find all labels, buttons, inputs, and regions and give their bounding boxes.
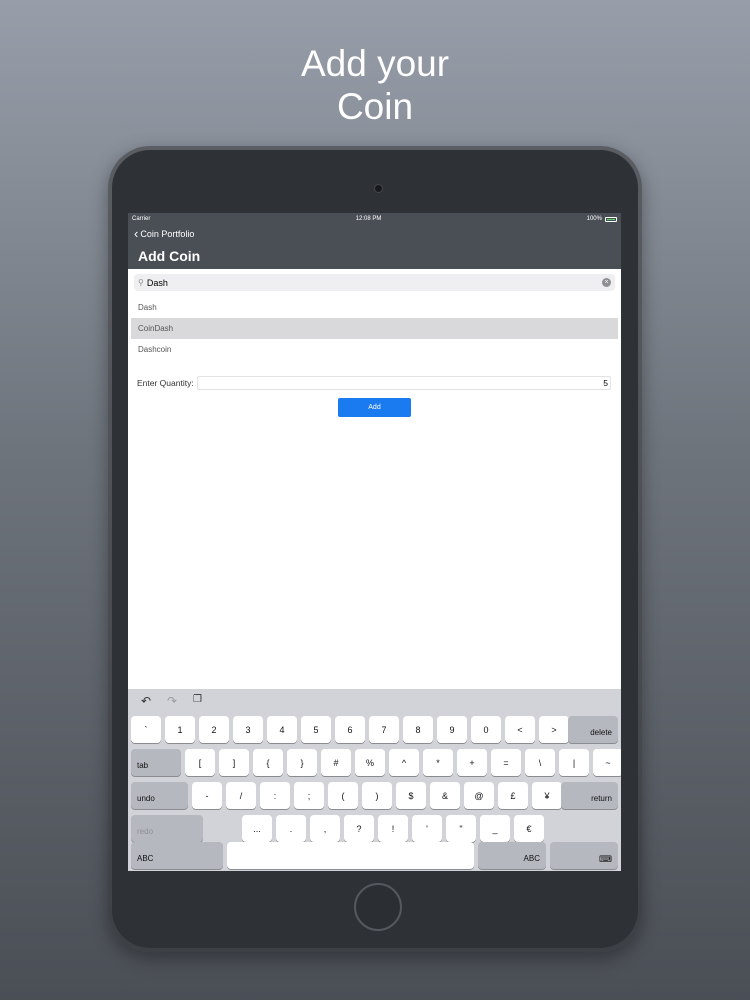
key[interactable]: 3 bbox=[233, 716, 263, 743]
key[interactable]: ^ bbox=[389, 749, 419, 776]
abc-key-right[interactable]: ABC bbox=[478, 842, 546, 869]
key[interactable]: £ bbox=[498, 782, 528, 809]
add-button[interactable]: Add bbox=[338, 398, 411, 417]
key[interactable]: = bbox=[491, 749, 521, 776]
clear-icon[interactable]: × bbox=[602, 278, 611, 287]
key[interactable]: _ bbox=[480, 815, 510, 842]
key[interactable]: $ bbox=[396, 782, 426, 809]
key[interactable]: / bbox=[226, 782, 256, 809]
carrier-label: Carrier bbox=[132, 216, 151, 222]
home-button[interactable] bbox=[354, 883, 402, 931]
promo-line-2: Coin bbox=[336, 86, 414, 127]
back-button[interactable]: ‹ Coin Portfolio bbox=[134, 226, 195, 241]
quantity-field[interactable]: 5 bbox=[196, 376, 611, 390]
search-bar[interactable]: ⚲ Dash × bbox=[134, 274, 615, 291]
page-title: Add Coin bbox=[138, 248, 201, 264]
list-item[interactable]: Dash bbox=[128, 297, 621, 318]
key[interactable]: ` bbox=[131, 716, 161, 743]
key[interactable]: 1 bbox=[165, 716, 195, 743]
key[interactable]: ... bbox=[242, 815, 272, 842]
delete-key[interactable]: delete bbox=[568, 716, 618, 743]
key[interactable]: ~ bbox=[593, 749, 621, 776]
space-key[interactable] bbox=[227, 842, 474, 869]
key[interactable]: } bbox=[287, 749, 317, 776]
battery-icon bbox=[604, 216, 617, 222]
key[interactable]: 8 bbox=[403, 716, 433, 743]
app-screen: Carrier 12:08 PM 100% ‹ Coin Portfolio A… bbox=[128, 213, 621, 871]
key[interactable]: 9 bbox=[437, 716, 467, 743]
redo-icon[interactable]: ↷ bbox=[167, 694, 177, 708]
redo-key[interactable]: redo bbox=[131, 815, 203, 842]
key[interactable]: , bbox=[310, 815, 340, 842]
key[interactable]: ¥ bbox=[532, 782, 562, 809]
promo-line-1: Add your bbox=[300, 43, 450, 84]
key[interactable]: \ bbox=[525, 749, 555, 776]
key[interactable]: < bbox=[505, 716, 535, 743]
key[interactable]: [ bbox=[185, 749, 215, 776]
key[interactable]: - bbox=[192, 782, 222, 809]
key[interactable]: > bbox=[539, 716, 569, 743]
list-item-selected[interactable]: CoinDash bbox=[131, 318, 618, 339]
status-right: 100% bbox=[587, 216, 617, 222]
key[interactable]: @ bbox=[464, 782, 494, 809]
camera-icon bbox=[374, 184, 383, 193]
key[interactable]: # bbox=[321, 749, 351, 776]
key[interactable]: { bbox=[253, 749, 283, 776]
keyboard-dismiss-icon[interactable]: ⌨ bbox=[550, 842, 618, 869]
undo-key[interactable]: undo bbox=[131, 782, 188, 809]
key[interactable]: " bbox=[446, 815, 476, 842]
search-results-list: Dash CoinDash Dashcoin bbox=[128, 297, 621, 360]
key[interactable]: 0 bbox=[471, 716, 501, 743]
abc-key-left[interactable]: ABC bbox=[131, 842, 223, 869]
key[interactable]: ] bbox=[219, 749, 249, 776]
status-bar: Carrier 12:08 PM 100% bbox=[128, 213, 621, 225]
key[interactable]: % bbox=[355, 749, 385, 776]
key[interactable]: * bbox=[423, 749, 453, 776]
key[interactable]: ( bbox=[328, 782, 358, 809]
tab-key[interactable]: tab bbox=[131, 749, 181, 776]
return-key[interactable]: return bbox=[561, 782, 618, 809]
quantity-label: Enter Quantity: bbox=[137, 378, 194, 388]
key[interactable]: 7 bbox=[369, 716, 399, 743]
keyboard: ↶ ↷ ❐ ` 1 2 3 4 5 6 7 8 9 0 < > delete tab[]{} #% ^ * + = \ |… bbox=[128, 689, 621, 871]
key[interactable]: ; bbox=[294, 782, 324, 809]
paste-icon[interactable]: ❐ bbox=[193, 694, 202, 705]
keyboard-toolbar: ↶ ↷ ❐ bbox=[128, 689, 621, 714]
promo-headline: Add your Coin bbox=[0, 42, 750, 128]
key[interactable]: 5 bbox=[301, 716, 331, 743]
list-item[interactable]: Dashcoin bbox=[128, 339, 621, 360]
key[interactable]: 2 bbox=[199, 716, 229, 743]
search-icon: ⚲ bbox=[138, 278, 144, 287]
search-input[interactable]: Dash bbox=[147, 278, 602, 288]
chevron-left-icon: ‹ bbox=[134, 226, 139, 241]
key[interactable]: ? bbox=[344, 815, 374, 842]
battery-percent: 100% bbox=[586, 216, 602, 222]
key[interactable]: + bbox=[457, 749, 487, 776]
key[interactable]: | bbox=[559, 749, 589, 776]
status-time: 12:08 PM bbox=[355, 216, 382, 222]
key[interactable]: € bbox=[514, 815, 544, 842]
key[interactable]: . bbox=[276, 815, 306, 842]
quantity-row: Enter Quantity: 5 bbox=[137, 376, 611, 390]
key[interactable]: ' bbox=[412, 815, 442, 842]
key[interactable]: 4 bbox=[267, 716, 297, 743]
key[interactable]: 6 bbox=[335, 716, 365, 743]
key[interactable]: : bbox=[260, 782, 290, 809]
key[interactable]: & bbox=[430, 782, 460, 809]
key[interactable]: ! bbox=[378, 815, 408, 842]
back-button-label: Coin Portfolio bbox=[140, 229, 195, 239]
navigation-bar: ‹ Coin Portfolio Add Coin bbox=[128, 225, 621, 269]
undo-icon[interactable]: ↶ bbox=[141, 694, 151, 708]
key[interactable]: ) bbox=[362, 782, 392, 809]
